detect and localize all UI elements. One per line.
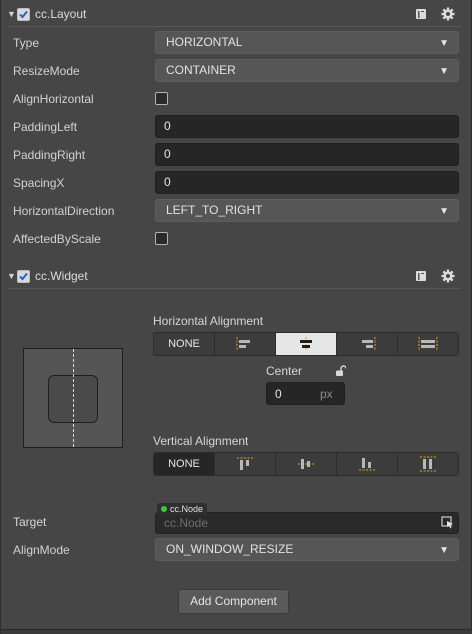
widget-enabled-checkbox[interactable] (17, 269, 30, 283)
node-picker-icon[interactable] (441, 516, 454, 529)
dropdown-arrow-icon: ▼ (439, 206, 449, 217)
h-align-right-button[interactable] (337, 333, 398, 355)
align-right-icon (362, 337, 376, 351)
layout-component-title: cc.Layout (35, 7, 87, 21)
node-status-dot (161, 506, 167, 512)
align-center-icon (300, 337, 312, 351)
center-offset-input[interactable]: 0 px (266, 382, 345, 405)
type-select[interactable]: HORIZONTAL ▼ (155, 31, 459, 54)
gear-icon[interactable] (441, 269, 455, 283)
inspector-panel: ▼ cc.Layout Type HORIZONTAL ▼ ResizeMode… (0, 0, 472, 634)
prop-label: ResizeMode (13, 64, 80, 78)
prop-row-alignhorizontal: AlignHorizontal (1, 87, 469, 111)
dropdown-arrow-icon: ▼ (439, 545, 449, 556)
prop-label: AffectedByScale (13, 232, 101, 246)
book-icon[interactable] (414, 269, 428, 283)
prop-row-paddingleft: PaddingLeft 0 (1, 115, 469, 139)
layout-component-header[interactable]: ▼ cc.Layout (1, 2, 469, 26)
target-placeholder: cc.Node (164, 516, 209, 530)
v-align-middle-button[interactable] (276, 453, 337, 475)
align-left-icon (236, 337, 250, 351)
vertical-alignment-group: NONE (153, 452, 459, 476)
book-icon[interactable] (414, 7, 428, 21)
prop-label: SpacingX (13, 176, 65, 190)
v-align-none-button[interactable]: NONE (154, 453, 215, 475)
center-label: Center (266, 364, 303, 378)
h-align-left-button[interactable] (215, 333, 276, 355)
prop-label: PaddingRight (13, 148, 86, 162)
prop-label: AlignHorizontal (13, 92, 94, 106)
spacingx-input[interactable]: 0 (155, 171, 459, 194)
prop-row-spacingx: SpacingX 0 (1, 171, 469, 195)
prop-row-alignmode: AlignMode ON_WINDOW_RESIZE ▼ (1, 538, 469, 562)
select-value: CONTAINER (166, 63, 236, 77)
v-align-bottom-button[interactable] (337, 453, 398, 475)
node-type-tag: cc.Node (157, 503, 208, 515)
dropdown-arrow-icon: ▼ (439, 66, 449, 77)
v-align-stretch-button[interactable] (398, 453, 458, 475)
select-value: ON_WINDOW_RESIZE (166, 542, 294, 556)
none-label: NONE (168, 458, 200, 470)
align-stretch-vertical-icon (420, 456, 436, 472)
h-align-stretch-button[interactable] (398, 333, 458, 355)
header-divider (9, 26, 461, 27)
prop-label: Type (13, 36, 40, 50)
align-bottom-icon (359, 458, 375, 471)
horizontal-alignment-label: Horizontal Alignment (153, 314, 264, 328)
header-divider (9, 288, 461, 289)
vertical-alignment-label: Vertical Alignment (153, 434, 249, 448)
select-value: LEFT_TO_RIGHT (166, 203, 263, 217)
node-tag-text: cc.Node (170, 504, 204, 514)
v-align-top-button[interactable] (215, 453, 276, 475)
prop-row-paddingright: PaddingRight 0 (1, 143, 469, 167)
horizontal-alignment-group: NONE (153, 332, 459, 356)
unlock-icon[interactable] (334, 365, 347, 377)
prop-label: PaddingLeft (13, 120, 78, 134)
widget-component-title: cc.Widget (35, 269, 88, 283)
prop-row-resizemode: ResizeMode CONTAINER ▼ (1, 59, 469, 83)
h-align-none-button[interactable]: NONE (154, 333, 215, 355)
gear-icon[interactable] (441, 7, 455, 21)
dropdown-arrow-icon: ▼ (439, 38, 449, 49)
none-label: NONE (168, 338, 200, 350)
paddingright-input[interactable]: 0 (155, 143, 459, 166)
center-unit: px (320, 387, 333, 401)
preview-center-line (73, 349, 74, 447)
panel-bottom-edge (1, 629, 472, 634)
align-middle-icon (298, 459, 314, 469)
layout-enabled-checkbox[interactable] (17, 7, 30, 21)
prop-row-horizontaldirection: HorizontalDirection LEFT_TO_RIGHT ▼ (1, 199, 469, 223)
alignmode-select[interactable]: ON_WINDOW_RESIZE ▼ (155, 538, 459, 561)
prop-label: HorizontalDirection (13, 204, 115, 218)
prop-row-type: Type HORIZONTAL ▼ (1, 31, 469, 55)
resizemode-select[interactable]: CONTAINER ▼ (155, 59, 459, 82)
paddingleft-input[interactable]: 0 (155, 115, 459, 138)
target-label: Target (13, 515, 47, 529)
add-component-button[interactable]: Add Component (178, 589, 289, 614)
collapse-triangle-icon[interactable]: ▼ (7, 271, 17, 281)
horizontaldirection-select[interactable]: LEFT_TO_RIGHT ▼ (155, 199, 459, 222)
widget-alignment-preview (23, 348, 123, 448)
select-value: HORIZONTAL (166, 35, 243, 49)
center-value: 0 (275, 387, 282, 401)
prop-row-affectedbyscale: AffectedByScale (1, 227, 469, 251)
affectedbyscale-checkbox[interactable] (155, 232, 168, 245)
align-top-icon (237, 457, 253, 470)
h-align-center-button[interactable] (276, 333, 337, 355)
collapse-triangle-icon[interactable]: ▼ (7, 9, 17, 19)
alignhorizontal-checkbox[interactable] (155, 92, 168, 105)
align-stretch-horizontal-icon (418, 337, 438, 351)
prop-label: AlignMode (13, 543, 70, 557)
target-node-field[interactable]: cc.Node (155, 512, 459, 534)
widget-component-header[interactable]: ▼ cc.Widget (1, 264, 469, 288)
